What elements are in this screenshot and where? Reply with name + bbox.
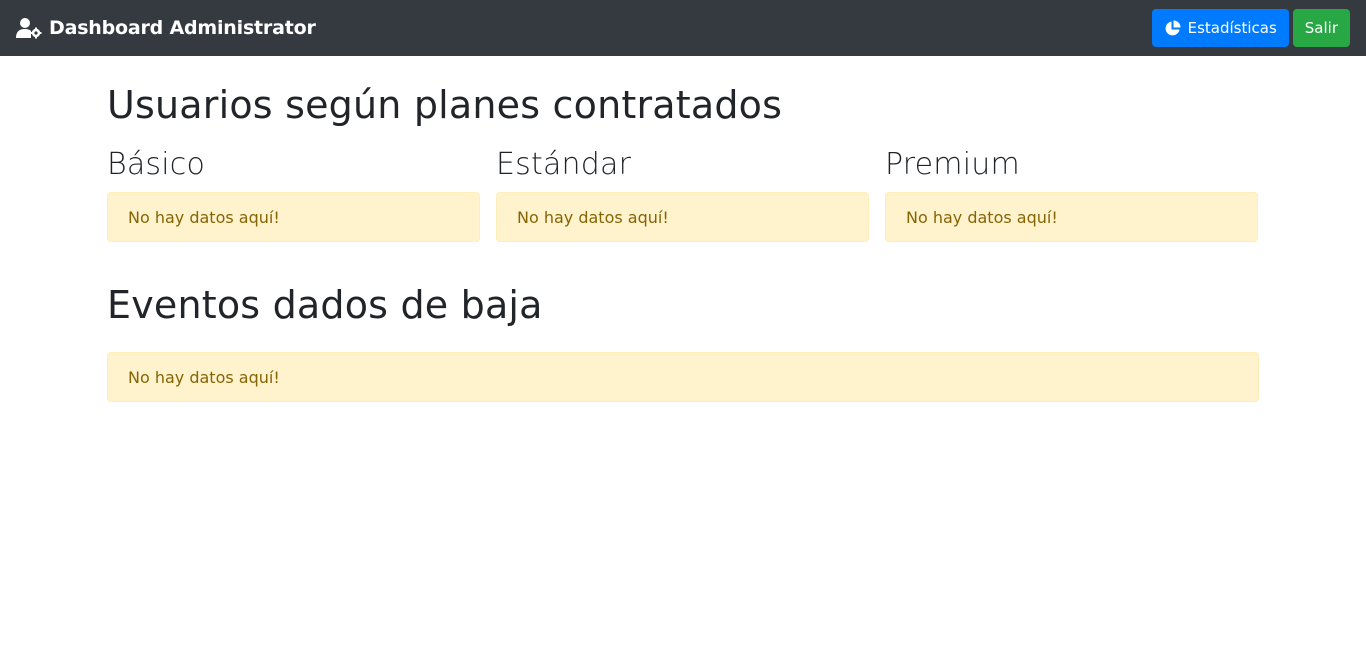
empty-alert-premium: No hay datos aquí! — [885, 192, 1258, 242]
plans-section-title: Usuarios según planes contratados — [107, 83, 783, 127]
plans-row: Básico No hay datos aquí! Estándar No ha… — [107, 148, 1259, 242]
empty-message: No hay datos aquí! — [128, 367, 280, 387]
empty-alert-standard: No hay datos aquí! — [496, 192, 869, 242]
top-navbar: Dashboard Administrator Estadísticas Sal… — [0, 0, 1366, 56]
empty-message: No hay datos aquí! — [517, 207, 669, 227]
logout-button[interactable]: Salir — [1292, 9, 1350, 47]
events-section-title: Eventos dados de baja — [107, 283, 543, 327]
empty-message: No hay datos aquí! — [128, 207, 280, 227]
statistics-label: Estadísticas — [1187, 19, 1277, 37]
plan-title-basic: Básico — [107, 147, 206, 182]
nav-actions: Estadísticas Salir — [1151, 9, 1350, 47]
empty-alert-events: No hay datos aquí! — [107, 352, 1259, 402]
brand[interactable]: Dashboard Administrator — [16, 17, 316, 39]
plan-column-standard: Estándar No hay datos aquí! — [496, 148, 869, 242]
brand-label: Dashboard Administrator — [49, 17, 316, 39]
user-gear-icon — [16, 17, 42, 39]
empty-message: No hay datos aquí! — [906, 207, 1058, 227]
empty-alert-basic: No hay datos aquí! — [107, 192, 480, 242]
plan-title-premium: Premium — [885, 147, 1020, 182]
plan-column-premium: Premium No hay datos aquí! — [885, 148, 1258, 242]
plan-column-basic: Básico No hay datos aquí! — [107, 148, 480, 242]
pie-chart-icon — [1164, 20, 1181, 37]
statistics-button[interactable]: Estadísticas — [1151, 9, 1289, 47]
plan-title-standard: Estándar — [496, 147, 632, 182]
main-content: Usuarios según planes contratados Básico… — [107, 56, 1259, 402]
